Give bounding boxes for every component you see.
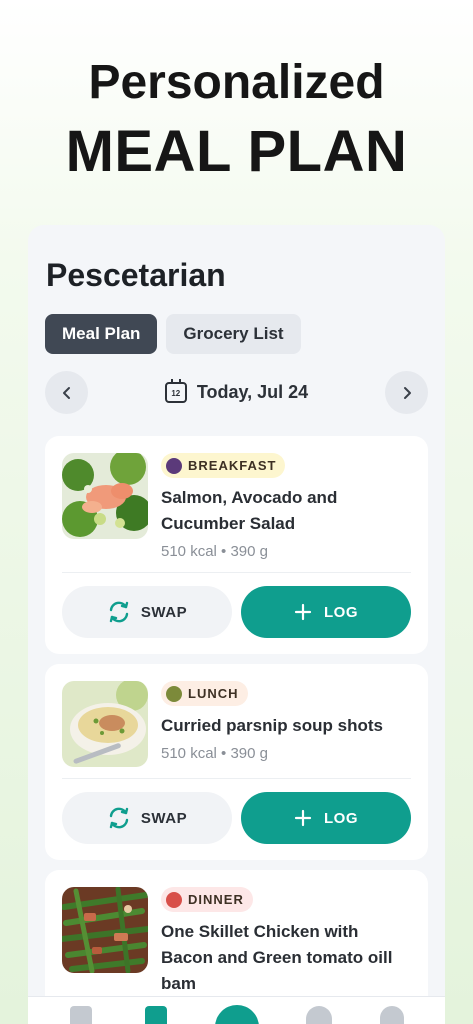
card-divider — [62, 572, 411, 573]
meal-plan-panel: Pescetarian Meal Plan Grocery List 12 To… — [28, 225, 445, 1024]
swap-label: SWAP — [140, 809, 188, 827]
meal-card-lunch[interactable]: LUNCH Curried parsnip soup shots 510 kca… — [45, 664, 428, 860]
hero: Personalized MEAL PLAN — [0, 54, 473, 186]
meal-category-label: DINNER — [188, 892, 244, 907]
date-navigator: 12 Today, Jul 24 — [45, 371, 428, 415]
swap-icon — [109, 601, 129, 623]
card-divider — [62, 778, 411, 779]
plan-tabs: Meal Plan Grocery List — [45, 314, 301, 354]
swap-label: SWAP — [140, 603, 188, 621]
meal-image-green-beans — [62, 887, 148, 973]
add-button[interactable] — [215, 1005, 259, 1024]
chevron-left-icon — [62, 386, 70, 399]
swap-button[interactable]: SWAP — [62, 792, 232, 844]
bottom-tab-bar — [28, 996, 445, 1024]
meal-category-label: LUNCH — [188, 686, 239, 701]
log-label: LOG — [324, 809, 358, 827]
breakfast-icon — [166, 457, 182, 474]
meal-category-badge: LUNCH — [161, 681, 248, 706]
chef-hat-icon[interactable] — [306, 1006, 332, 1024]
calendar-icon-day: 12 — [171, 389, 181, 398]
meal-image-salad — [62, 453, 148, 539]
diet-title: Pescetarian — [46, 257, 226, 293]
chevron-right-icon — [403, 386, 411, 399]
date-display: 12 Today, Jul 24 — [45, 371, 428, 414]
meal-name: Curried parsnip soup shots — [161, 715, 383, 735]
lunch-icon — [166, 685, 182, 702]
tab-meal-plan[interactable]: Meal Plan — [45, 314, 158, 354]
log-label: LOG — [324, 603, 358, 621]
meal-nutrition: 510 kcal • 390 g — [161, 542, 268, 560]
meal-nutrition: 510 kcal • 390 g — [161, 744, 268, 762]
plus-icon — [294, 603, 312, 621]
log-button[interactable]: LOG — [241, 586, 411, 638]
next-day-button[interactable] — [385, 371, 428, 414]
meal-category-badge: DINNER — [161, 887, 253, 912]
swap-icon — [109, 807, 129, 829]
current-date: Today, Jul 24 — [196, 382, 309, 402]
meal-card-breakfast[interactable]: BREAKFAST Salmon, Avocado and Cucumber S… — [45, 436, 428, 654]
meal-name: Salmon, Avocado and Cucumber Salad — [161, 487, 338, 533]
log-button[interactable]: LOG — [241, 792, 411, 844]
meal-image-soup — [62, 681, 148, 767]
dinner-icon — [166, 891, 182, 908]
clipboard-icon[interactable] — [70, 1006, 92, 1024]
hero-title-line2: MEAL PLAN — [65, 119, 408, 184]
calendar-icon: 12 — [164, 379, 187, 403]
meal-plan-icon[interactable] — [145, 1006, 167, 1024]
previous-day-button[interactable] — [45, 371, 88, 414]
meal-name: One Skillet Chicken with Bacon and Green… — [161, 921, 393, 993]
swap-button[interactable]: SWAP — [62, 586, 232, 638]
tab-grocery-list[interactable]: Grocery List — [166, 314, 301, 354]
meal-category-badge: BREAKFAST — [161, 453, 286, 478]
meal-category-label: BREAKFAST — [188, 458, 277, 473]
progress-icon[interactable] — [380, 1006, 404, 1024]
plus-icon — [294, 809, 312, 827]
hero-title-line1: Personalized — [88, 56, 385, 109]
